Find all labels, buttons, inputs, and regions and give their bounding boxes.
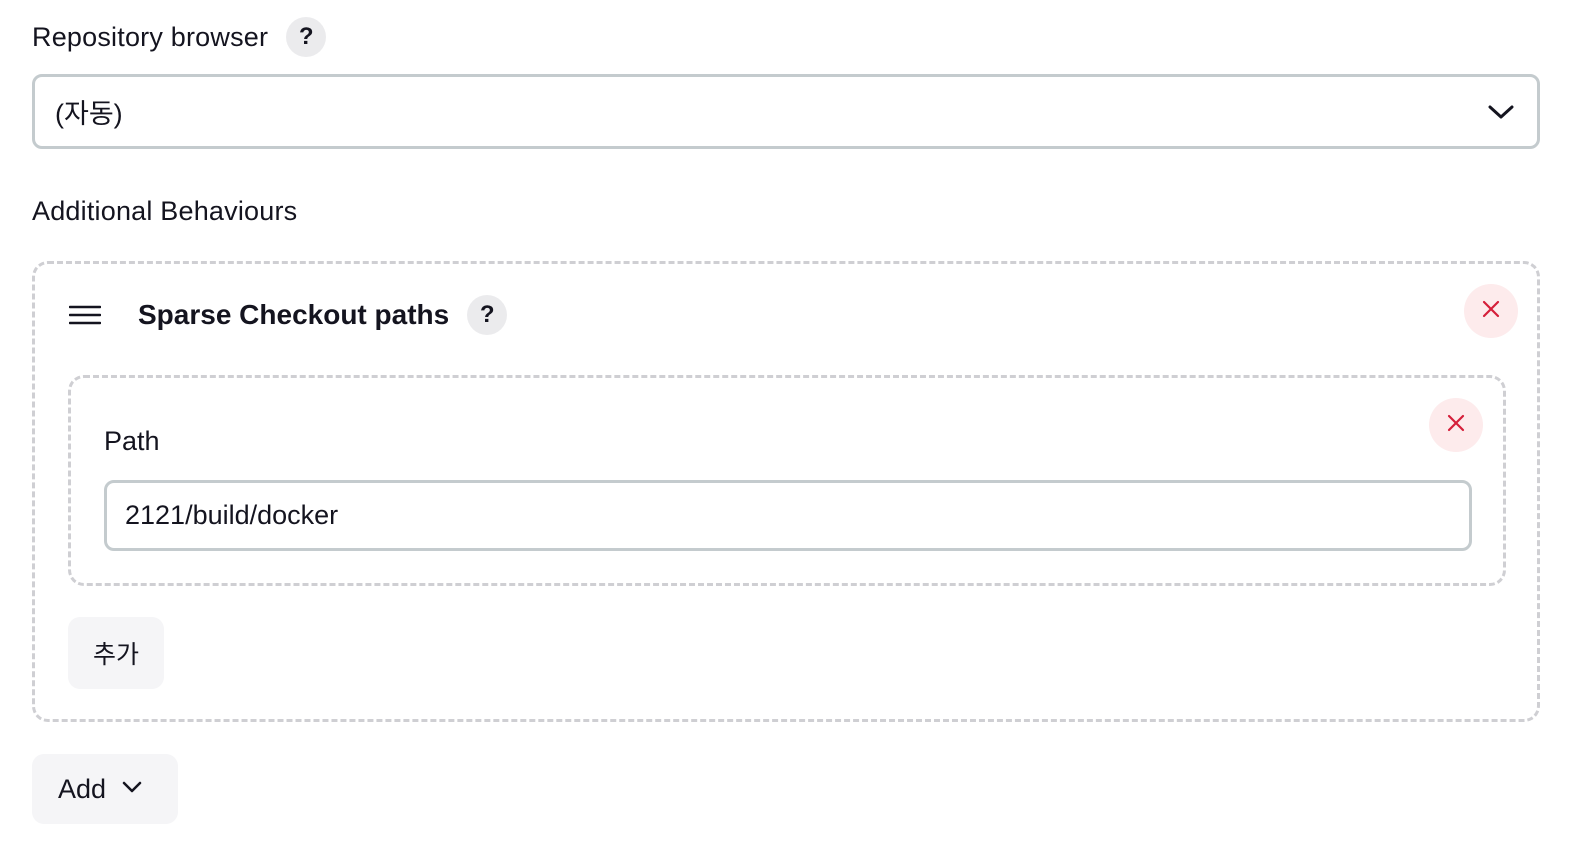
- delete-behaviour-button[interactable]: [1464, 284, 1518, 338]
- delete-path-button[interactable]: [1429, 398, 1483, 452]
- path-input[interactable]: [104, 480, 1472, 551]
- hamburger-icon[interactable]: [68, 298, 102, 332]
- sparse-checkout-behaviour-card: Sparse Checkout paths ? Path 2121/build/…: [32, 261, 1540, 722]
- repository-browser-select[interactable]: (자동): [32, 74, 1540, 149]
- close-icon: [1447, 414, 1465, 437]
- behaviour-header: Sparse Checkout paths ?: [68, 294, 508, 336]
- chevron-down-icon: [1487, 98, 1515, 126]
- additional-behaviours-label: Additional Behaviours: [32, 195, 298, 226]
- behaviour-title: Sparse Checkout paths: [138, 299, 450, 330]
- add-behaviour-button[interactable]: Add: [32, 754, 178, 824]
- repository-browser-help-button[interactable]: ?: [286, 17, 327, 57]
- page-root: Repository browser ? (자동) Additional Beh…: [0, 0, 1596, 864]
- sparse-checkout-help-button[interactable]: ?: [467, 295, 508, 335]
- add-button-label: Add: [58, 773, 107, 804]
- path-label: Path: [104, 426, 160, 456]
- add-path-button[interactable]: 추가: [68, 617, 164, 689]
- chevron-down-icon: [122, 780, 142, 798]
- path-entry-card: Path: [68, 375, 1506, 586]
- close-icon: [1482, 300, 1500, 323]
- repository-browser-label-row: Repository browser ?: [32, 16, 327, 58]
- repository-browser-label: Repository browser: [32, 21, 269, 52]
- additional-behaviours-label-row: Additional Behaviours: [32, 190, 297, 232]
- repository-browser-selected-value: (자동): [55, 99, 123, 129]
